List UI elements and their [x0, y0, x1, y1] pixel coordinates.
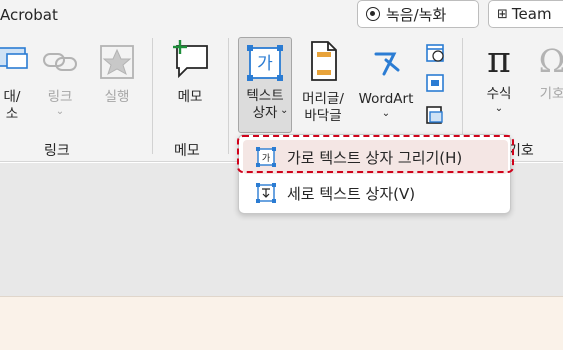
wordart-button[interactable]: WordArt ⌄	[354, 40, 418, 120]
teams-label: Team	[511, 5, 552, 23]
equation-chevron-icon: ⌄	[494, 103, 504, 114]
group-separator	[152, 38, 153, 154]
menu-item-horizontal-textbox[interactable]: 가 가로 텍스트 상자 그리기(H)	[243, 140, 508, 174]
link-button[interactable]: 링크 ⌄	[38, 44, 82, 118]
wordart-chevron-icon: ⌄	[381, 108, 391, 119]
star-action-icon	[100, 45, 134, 79]
omega-icon: Ω	[538, 42, 563, 80]
slide-number-icon	[426, 74, 444, 92]
vertical-textbox-label: 세로 텍스트 상자(V)	[287, 184, 416, 203]
symbol-button[interactable]: Ω 기호	[530, 40, 563, 103]
date-time-button[interactable]	[424, 42, 446, 64]
object-button[interactable]	[424, 104, 446, 126]
textbox-chevron-icon: ⌄	[280, 105, 289, 116]
svg-text:가: 가	[257, 54, 273, 74]
link-label: 링크	[47, 89, 73, 105]
header-footer-label: 머리글/ 바닥글	[302, 91, 344, 124]
symbol-group-label: 기호	[508, 143, 534, 159]
memo-group-label: 메모	[174, 143, 200, 159]
horizontal-textbox-label: 가로 텍스트 상자 그리기(H)	[287, 148, 463, 167]
menu-item-vertical-textbox[interactable]: 세로 텍스트 상자(V)	[243, 176, 508, 210]
link-chain-icon	[43, 53, 77, 71]
action-button[interactable]: 실행	[95, 44, 139, 106]
slide-number-button[interactable]	[424, 72, 446, 94]
record-icon	[366, 7, 380, 21]
memo-button[interactable]: 메모	[166, 40, 214, 106]
link-group-label: 링크	[44, 143, 70, 159]
equation-label: 수식	[486, 86, 512, 102]
tab-acrobat[interactable]: Acrobat	[0, 6, 58, 24]
teams-icon: ⊞	[497, 6, 508, 22]
wordart-icon	[374, 52, 400, 76]
horizontal-textbox-icon: 가	[256, 147, 276, 167]
object-icon	[426, 106, 443, 124]
symbol-label: 기호	[539, 86, 563, 102]
link-chevron-icon: ⌄	[55, 106, 65, 117]
pi-icon: π	[487, 40, 511, 81]
record-label: 녹음/녹화	[386, 5, 447, 24]
slide-surface[interactable]	[0, 296, 563, 350]
group-separator	[228, 38, 229, 154]
svg-text:가: 가	[262, 153, 270, 164]
calendar-clock-icon	[426, 44, 444, 62]
record-button[interactable]: 녹음/녹화	[357, 0, 479, 28]
title-bar: Acrobat 녹음/녹화 ⊞ Team	[0, 0, 563, 30]
action-label: 실행	[104, 89, 130, 105]
memo-label: 메모	[177, 89, 203, 105]
textbox-button[interactable]: 가 텍스트 상자 ⌄	[238, 37, 292, 133]
table-size-label: 대/ 소	[3, 89, 21, 122]
memo-add-icon	[173, 40, 208, 79]
teams-button[interactable]: ⊞ Team	[488, 0, 563, 28]
wordart-label: WordArt	[358, 91, 414, 107]
screen-icon	[0, 47, 28, 69]
header-footer-button[interactable]: 머리글/ 바닥글	[296, 40, 350, 125]
textbox-dropdown-menu: 가 가로 텍스트 상자 그리기(H) 세로 텍스트 상자(V)	[238, 134, 511, 214]
vertical-textbox-icon	[256, 183, 276, 203]
table-size-button[interactable]: 대/ 소	[0, 44, 30, 123]
header-footer-icon	[311, 41, 337, 81]
equation-button[interactable]: π 수식 ⌄	[474, 40, 524, 115]
textbox-icon: 가	[247, 45, 283, 81]
